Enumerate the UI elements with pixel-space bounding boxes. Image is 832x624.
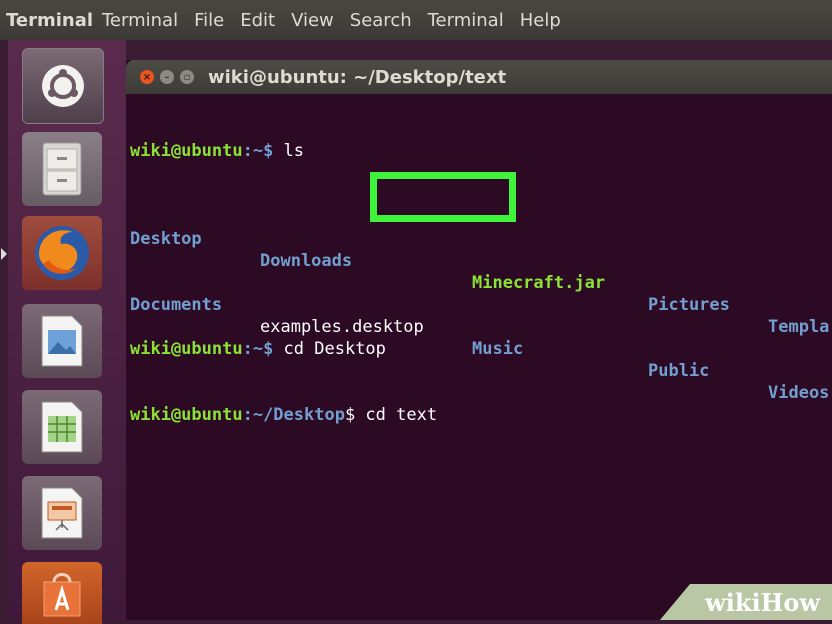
ls-entry: Videos: [768, 383, 830, 403]
presentation-icon: [41, 487, 83, 539]
menu-view[interactable]: View: [283, 10, 342, 31]
prompt-path: :~$: [242, 141, 274, 161]
maximize-icon: ▫: [183, 71, 191, 83]
top-menu-bar: Terminal Terminal File Edit View Search …: [0, 0, 832, 40]
ls-output-row: Documents examples.desktop Music Public …: [130, 272, 832, 403]
files-icon: [42, 142, 82, 196]
launcher-presentation[interactable]: [22, 476, 102, 550]
command-text: ls: [273, 141, 305, 161]
menu-terminal-2[interactable]: Terminal: [420, 10, 512, 31]
terminal-window: × – ▫ wiki@ubuntu: ~/Desktop/text wiki@u…: [126, 60, 832, 620]
window-title: wiki@ubuntu: ~/Desktop/text: [208, 66, 507, 88]
active-indicator: [1, 248, 7, 260]
watermark-wiki: wiki: [705, 587, 761, 617]
ls-entry: Public: [648, 361, 710, 381]
ls-entry: Downloads: [260, 251, 353, 271]
prompt-path: :~$: [242, 339, 274, 359]
launcher-files[interactable]: [22, 132, 102, 206]
wikihow-watermark: wiki How: [660, 584, 832, 620]
command-text: $ cd text: [344, 405, 438, 425]
launcher-calc[interactable]: [22, 390, 102, 464]
terminal-line: wiki@ubuntu:~$ ls: [130, 140, 832, 162]
app-name: Terminal: [6, 9, 94, 31]
minimize-button[interactable]: –: [160, 70, 174, 84]
maximize-button[interactable]: ▫: [180, 70, 194, 84]
ubuntu-logo-icon: [42, 65, 84, 107]
ls-entry: examples.desktop: [260, 317, 424, 337]
minimize-icon: –: [164, 71, 170, 83]
terminal-line: wiki@ubuntu:~/Desktop$ cd text: [130, 404, 832, 426]
software-center-icon: [43, 573, 81, 617]
window-titlebar[interactable]: × – ▫ wiki@ubuntu: ~/Desktop/text: [126, 60, 832, 94]
menu-file[interactable]: File: [186, 10, 232, 31]
ls-entry: Desktop: [130, 229, 202, 249]
ls-entry: Pictures: [648, 295, 730, 315]
ls-entry: Documents: [130, 295, 223, 315]
menu-terminal[interactable]: Terminal: [100, 10, 186, 31]
ls-entry: Templa: [768, 317, 830, 337]
launcher: [1, 40, 126, 624]
spreadsheet-icon: [41, 401, 83, 453]
launcher-firefox[interactable]: [22, 216, 102, 290]
watermark-how: How: [760, 587, 820, 617]
command-highlight-box: [370, 172, 516, 222]
menu-search[interactable]: Search: [342, 10, 420, 31]
close-icon: ×: [142, 71, 152, 83]
menu-edit[interactable]: Edit: [232, 10, 283, 31]
close-button[interactable]: ×: [140, 70, 154, 84]
launcher-software-center[interactable]: [22, 562, 102, 624]
ls-entry: Music: [472, 339, 524, 359]
launcher-dash[interactable]: [22, 48, 104, 124]
command-text: cd Desktop: [273, 339, 386, 359]
firefox-icon: [35, 226, 89, 280]
launcher-image-viewer[interactable]: [22, 304, 102, 378]
prompt-path: :~/Desktop: [242, 405, 345, 425]
image-viewer-icon: [41, 315, 83, 367]
menu-help[interactable]: Help: [512, 10, 569, 31]
prompt-user: wiki@ubuntu: [130, 141, 243, 161]
menu-bar: Terminal File Edit View Search Terminal …: [100, 10, 569, 31]
